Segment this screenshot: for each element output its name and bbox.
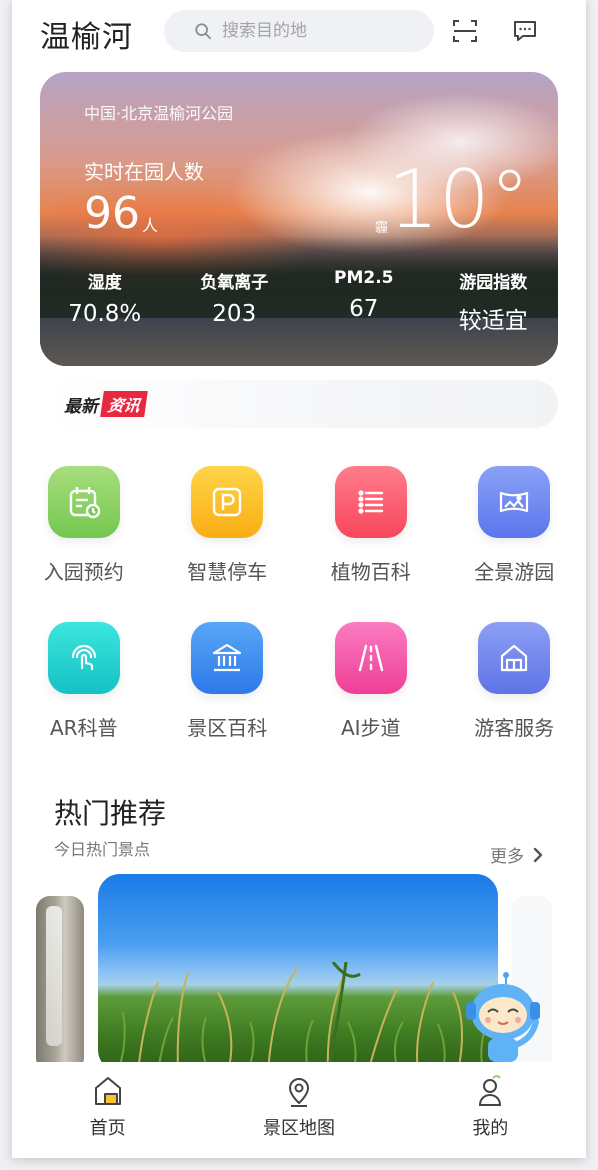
road-icon [358,644,383,672]
visitors-number: 96 [84,188,140,239]
weather-condition: 霾 [372,220,387,233]
location-label: 中国·北京温榆河公园 [84,104,234,123]
list-icon [358,490,383,514]
visitors-label: 实时在园人数 [84,160,204,184]
tile [47,622,120,694]
message-icon [514,21,536,41]
grassland-image [117,962,489,1072]
section-subtitle: 今日热门景点 [54,840,151,859]
tile [191,622,264,694]
stat-humidity: 湿度 70.8% [40,268,170,335]
stat-visit-index: 游园指数 较适宜 [429,268,559,335]
calendar-icon [69,487,100,519]
tab-label: 景区地图 [262,1118,335,1139]
message-button[interactable] [510,16,540,46]
service-label: 植物百科 [330,560,411,584]
stat-label: 游园指数 [459,273,528,293]
bottom-tab-bar: 首页 景区地图 我的 [12,1062,586,1158]
tab-profile[interactable]: 我的 [395,1062,586,1158]
service-label: AI步道 [340,716,401,740]
service-scenic-encyclopedia[interactable]: 景区百科 [156,622,300,778]
service-grid: 入园预约 智慧停车 植物百科 全景游园 AR科普 景区百科 AI步道 游客服务 [12,466,586,778]
panorama-icon [500,491,529,513]
weather-card[interactable]: 中国·北京温榆河公园 实时在园人数 96 人 霾 10° 湿度 70.8% 负氧… [40,72,558,366]
parking-icon [213,487,242,517]
search-bar[interactable] [164,10,434,52]
attraction-card-grassland[interactable] [98,874,498,1072]
tile [47,466,120,538]
user-icon [479,1075,502,1106]
tab-home[interactable]: 首页 [12,1062,203,1158]
news-ticker[interactable]: 最新 资讯 [40,380,558,428]
museum-icon [213,643,242,672]
stat-label: 负氧离子 [200,273,269,293]
visitors-count: 96 人 [84,190,158,238]
stat-value: 67 [349,296,379,322]
touch-icon [71,644,96,671]
news-prefix: 最新 [64,396,98,417]
service-parking[interactable]: 智慧停车 [156,466,300,622]
service-label: AR科普 [49,716,118,740]
service-plant-encyclopedia[interactable]: 植物百科 [299,466,443,622]
chevron-right-icon [533,847,543,862]
stat-value: 70.8% [68,301,142,327]
tile [334,466,407,538]
service-ar-science[interactable]: AR科普 [12,622,156,778]
attraction-card-waterfall[interactable] [36,896,84,1072]
service-label: 智慧停车 [187,560,268,584]
search-icon [195,23,212,40]
waterfall-image [46,906,62,1046]
service-label: 全景游园 [474,560,555,584]
scan-icon [453,20,477,42]
tile [478,466,551,538]
stat-negative-ions: 负氧离子 203 [170,268,300,335]
stat-value: 203 [212,301,257,327]
more-label: 更多 [490,847,524,867]
weather-stats: 湿度 70.8% 负氧离子 203 PM2.5 67 游园指数 较适宜 [40,268,558,335]
service-label: 游客服务 [474,716,555,740]
tile [191,466,264,538]
service-ai-trail[interactable]: AI步道 [299,622,443,778]
stat-label: PM2.5 [334,268,394,288]
scan-button[interactable] [450,16,480,46]
tab-map[interactable]: 景区地图 [203,1062,394,1158]
house-icon [501,644,528,672]
search-input[interactable] [222,21,422,41]
stat-value: 较适宜 [458,308,528,334]
stat-pm25: PM2.5 67 [299,268,429,335]
service-panorama[interactable]: 全景游园 [443,466,587,622]
map-pin-icon [288,1078,309,1107]
tile [334,622,407,694]
service-visitor-services[interactable]: 游客服务 [443,622,587,778]
service-label: 景区百科 [187,716,268,740]
tab-label: 我的 [472,1118,509,1139]
app-screen: 温榆河 中国·北京温榆河公园 实时在园人数 96 人 霾 10° [12,0,586,1158]
service-label: 入园预约 [43,560,124,584]
more-link[interactable]: 更多 [490,842,544,867]
visitors-unit: 人 [142,216,159,235]
section-title: 热门推荐 [54,797,167,830]
service-entry-reservation[interactable]: 入园预约 [12,466,156,622]
temperature: 10° [388,153,530,246]
tab-label: 首页 [89,1118,126,1139]
app-title: 温榆河 [40,20,133,55]
news-highlight: 资讯 [100,391,148,417]
stat-label: 湿度 [87,273,122,293]
tile [478,622,551,694]
home-icon [94,1077,121,1105]
